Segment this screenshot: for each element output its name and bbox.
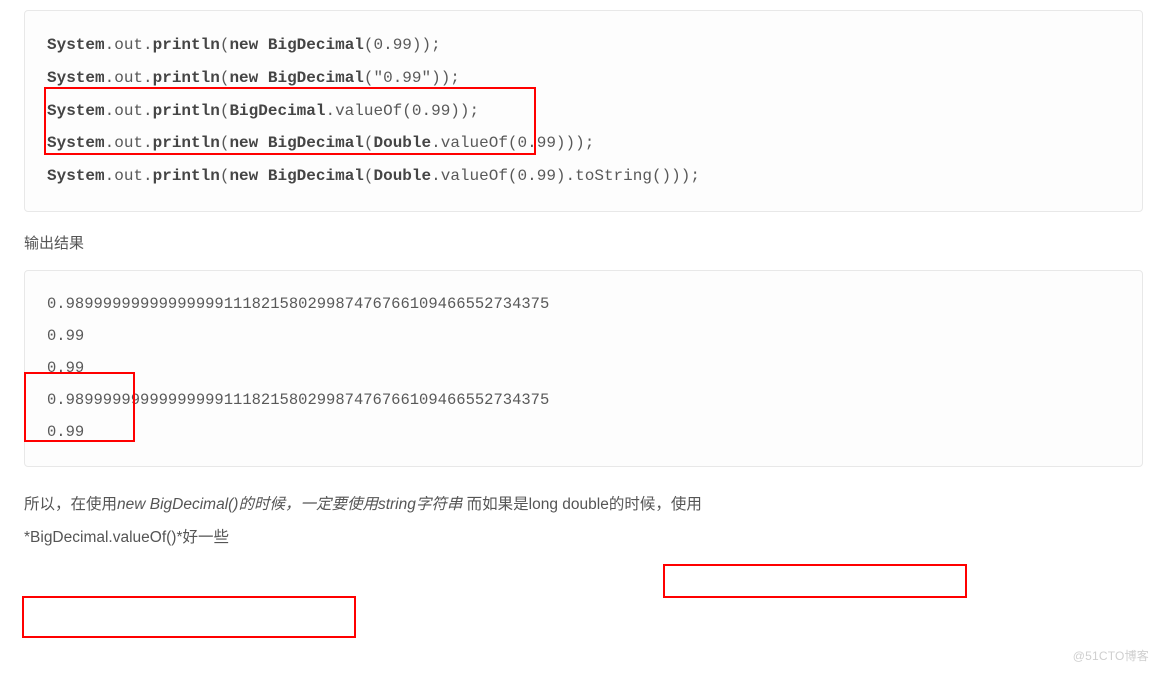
tok-println: println	[153, 102, 220, 120]
tok-new: new	[229, 36, 258, 54]
code-block: System.out.println(new BigDecimal(0.99))…	[24, 10, 1143, 212]
tok-system: System	[47, 167, 105, 185]
output-label: 输出结果	[24, 230, 1143, 259]
annotation-box-text-2	[22, 596, 356, 638]
tok-println: println	[153, 167, 220, 185]
summary-part-1: 所以，在使用	[24, 496, 117, 513]
tok-println: println	[153, 134, 220, 152]
tok	[258, 167, 268, 185]
tok	[258, 69, 268, 87]
output-line-2: 0.99	[47, 327, 84, 345]
tok: (	[220, 102, 230, 120]
tok: (0.99));	[364, 36, 441, 54]
tok: .out.	[105, 69, 153, 87]
output-line-1: 0.98999999999999999111821580299874767661…	[47, 295, 549, 313]
tok-system: System	[47, 134, 105, 152]
tok-bigdecimal: BigDecimal	[229, 102, 325, 120]
tok: (	[364, 134, 374, 152]
tok-bigdecimal: BigDecimal	[268, 69, 364, 87]
tok-system: System	[47, 102, 105, 120]
tok-bigdecimal: BigDecimal	[268, 36, 364, 54]
code-line-1: System.out.println(new BigDecimal(0.99))…	[47, 36, 441, 54]
summary-text: 所以，在使用new BigDecimal()的时候，一定要使用string字符串…	[24, 489, 1143, 554]
watermark-text: @51CTO博客	[1073, 645, 1149, 668]
tok	[258, 36, 268, 54]
code-line-2: System.out.println(new BigDecimal("0.99"…	[47, 69, 460, 87]
tok-system: System	[47, 36, 105, 54]
tok: .valueOf(0.99)));	[431, 134, 594, 152]
tok: (	[220, 69, 230, 87]
tok-println: println	[153, 36, 220, 54]
tok: (	[220, 134, 230, 152]
tok: (	[220, 167, 230, 185]
tok-double: Double	[374, 167, 432, 185]
tok-new: new	[229, 134, 258, 152]
tok-new: new	[229, 167, 258, 185]
tok-new: new	[229, 69, 258, 87]
tok: (	[364, 167, 374, 185]
tok-bigdecimal: BigDecimal	[268, 134, 364, 152]
code-line-4: System.out.println(new BigDecimal(Double…	[47, 134, 594, 152]
summary-part-2: 而如果是long double的时候，使用	[462, 496, 701, 513]
tok: (	[220, 36, 230, 54]
tok-println: println	[153, 69, 220, 87]
tok: ("0.99"));	[364, 69, 460, 87]
code-line-3: System.out.println(BigDecimal.valueOf(0.…	[47, 102, 479, 120]
tok: .valueOf(0.99));	[325, 102, 479, 120]
output-block: 0.98999999999999999111821580299874767661…	[24, 270, 1143, 467]
output-line-5: 0.99	[47, 423, 84, 441]
tok: .valueOf(0.99).toString()));	[431, 167, 700, 185]
tok-double: Double	[374, 134, 432, 152]
output-line-3: 0.99	[47, 359, 84, 377]
tok-system: System	[47, 69, 105, 87]
tok: .out.	[105, 36, 153, 54]
tok: .out.	[105, 167, 153, 185]
tok-bigdecimal: BigDecimal	[268, 167, 364, 185]
summary-part-3: *BigDecimal.valueOf()*好一些	[24, 529, 229, 546]
tok	[258, 134, 268, 152]
code-line-5: System.out.println(new BigDecimal(Double…	[47, 167, 700, 185]
annotation-box-text-1	[663, 564, 967, 598]
tok: .out.	[105, 102, 153, 120]
summary-italic: new BigDecimal()的时候，一定要使用string字符串	[117, 496, 462, 513]
tok: .out.	[105, 134, 153, 152]
output-line-4: 0.98999999999999999111821580299874767661…	[47, 391, 549, 409]
